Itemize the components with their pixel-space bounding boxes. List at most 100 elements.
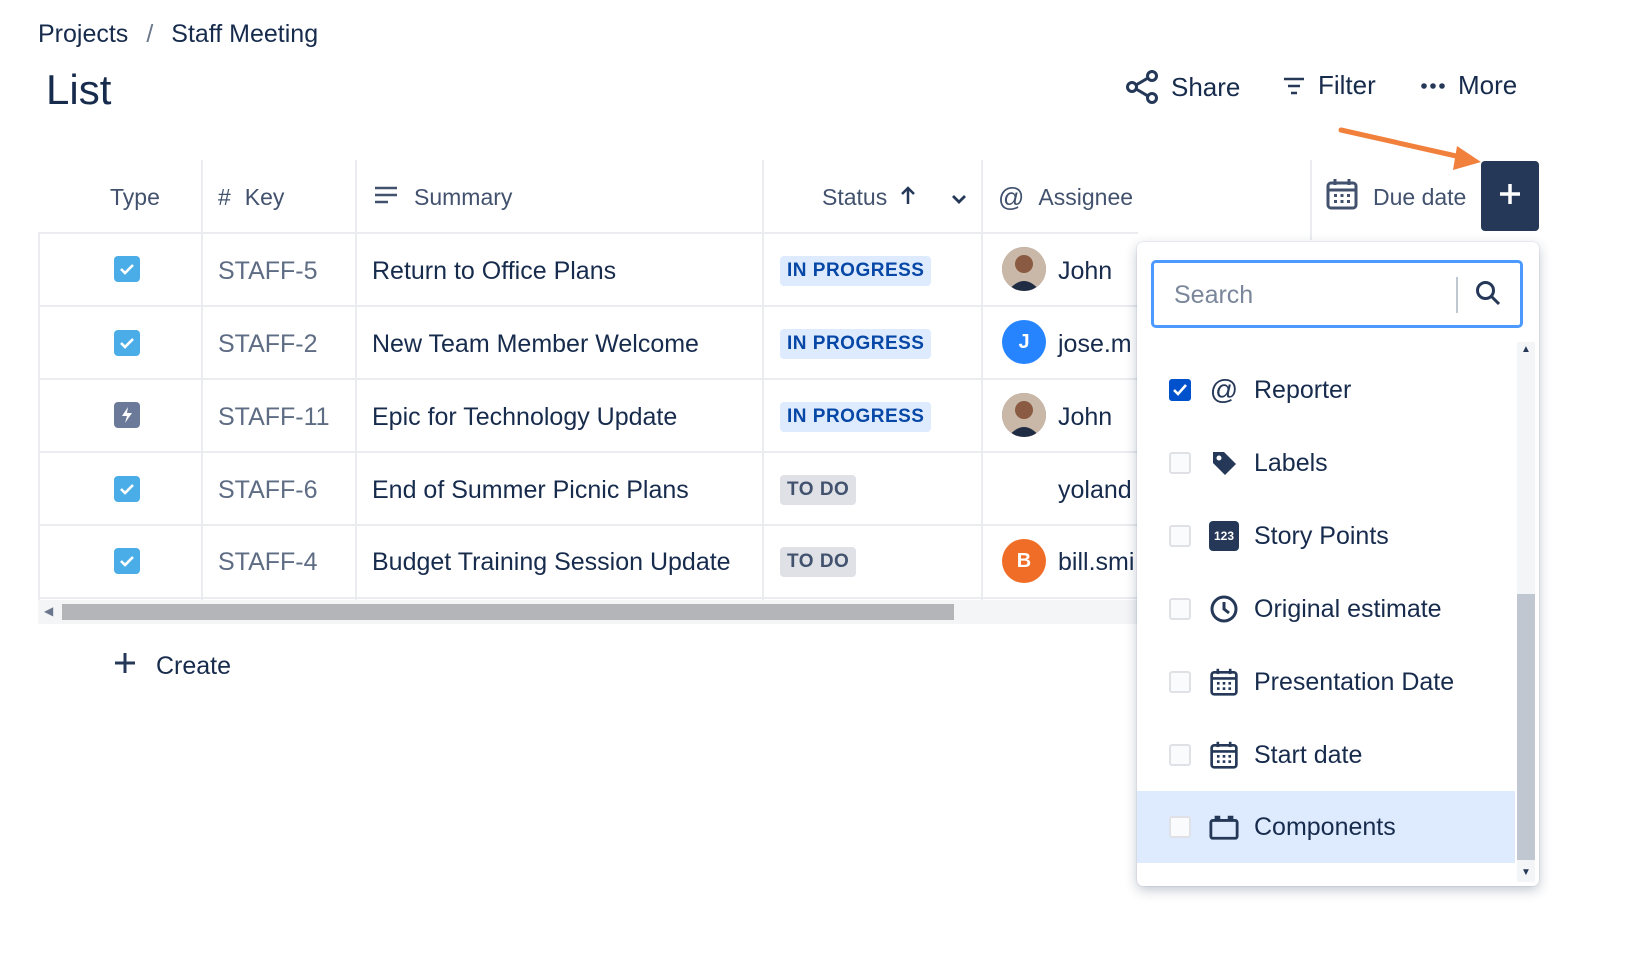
column-header-assignee-label: Assignee	[1038, 183, 1134, 210]
calendar-icon	[1209, 740, 1239, 770]
column-header-key[interactable]: # Key	[218, 160, 284, 234]
sort-ascending-arrow-icon	[899, 184, 917, 211]
issue-summary[interactable]: Budget Training Session Update	[372, 543, 731, 581]
assignee-name: John	[1058, 256, 1113, 285]
share-button[interactable]: Share	[1125, 70, 1240, 104]
dropdown-scrollbar-thumb[interactable]	[1517, 594, 1535, 860]
assignee-name: John	[1058, 402, 1113, 431]
create-issue-button[interactable]: Create	[112, 650, 231, 683]
avatar[interactable]	[1002, 393, 1046, 437]
column-header-status[interactable]: Status	[822, 160, 917, 234]
more-button[interactable]: More	[1420, 70, 1517, 101]
column-header-assignee[interactable]: @ Assignee	[998, 160, 1133, 234]
issue-key-link[interactable]: STAFF-5	[218, 252, 318, 290]
column-divider	[981, 160, 983, 600]
share-label: Share	[1171, 71, 1241, 102]
column-header-due-date-label: Due date	[1373, 183, 1467, 210]
column-option-labels[interactable]: Labels	[1137, 427, 1515, 499]
row-divider	[38, 524, 1138, 526]
checkbox-unchecked[interactable]	[1169, 452, 1191, 474]
status-lozenge[interactable]: IN PROGRESS	[780, 402, 932, 432]
checkbox-checked[interactable]	[1169, 379, 1191, 401]
tag-icon	[1209, 448, 1239, 478]
checkbox-unchecked[interactable]	[1169, 598, 1191, 620]
column-header-type[interactable]: Type	[110, 160, 160, 234]
column-header-status-label: Status	[822, 183, 888, 210]
status-lozenge[interactable]: TO DO	[780, 475, 857, 505]
breadcrumb-projects-link[interactable]: Projects	[38, 20, 128, 49]
row-divider	[38, 597, 1138, 599]
create-label: Create	[156, 652, 232, 680]
plus-icon	[1497, 181, 1523, 212]
column-header-type-label: Type	[110, 183, 160, 210]
column-option-story-points[interactable]: 123 Story Points	[1137, 500, 1515, 572]
column-search-input[interactable]	[1172, 263, 1456, 327]
column-header-summary[interactable]: Summary	[374, 160, 512, 234]
search-icon[interactable]	[1474, 279, 1502, 312]
scroll-up-arrow-icon[interactable]: ▲	[1521, 344, 1531, 355]
number-123-icon-text: 123	[1213, 529, 1235, 543]
column-header-summary-label: Summary	[414, 183, 513, 210]
column-option-start-date[interactable]: Start date	[1137, 719, 1515, 791]
column-option-components[interactable]: Components	[1137, 791, 1515, 863]
issue-key-link[interactable]: STAFF-6	[218, 471, 318, 509]
status-lozenge[interactable]: IN PROGRESS	[780, 256, 932, 286]
share-icon	[1125, 70, 1159, 104]
column-option-presentation-date[interactable]: Presentation Date	[1137, 646, 1515, 718]
epic-lightning-icon	[114, 402, 140, 428]
task-type-icon	[114, 548, 140, 574]
column-divider	[201, 160, 203, 600]
task-type-icon	[114, 330, 140, 356]
column-option-label: Components	[1254, 812, 1396, 841]
horizontal-scrollbar[interactable]: ◀	[38, 600, 1148, 624]
more-dots-icon	[1420, 81, 1446, 91]
assignee-name: jose.m	[1058, 329, 1132, 358]
add-column-button[interactable]	[1481, 161, 1539, 231]
column-option-label: Start date	[1254, 740, 1363, 769]
checkbox-unchecked[interactable]	[1169, 816, 1191, 838]
more-label: More	[1458, 70, 1518, 100]
status-lozenge[interactable]: TO DO	[780, 547, 857, 577]
issue-key-link[interactable]: STAFF-2	[218, 325, 318, 363]
hash-icon: #	[218, 183, 231, 210]
scroll-down-arrow-icon[interactable]: ▼	[1521, 867, 1531, 878]
avatar[interactable]: B	[1002, 539, 1046, 583]
component-icon	[1209, 812, 1239, 842]
task-type-icon	[114, 476, 140, 502]
issue-key-link[interactable]: STAFF-11	[218, 398, 330, 436]
breadcrumb-current-project-link[interactable]: Staff Meeting	[171, 20, 318, 49]
column-header-key-label: Key	[244, 183, 285, 210]
row-divider	[38, 305, 1138, 307]
issue-summary[interactable]: Epic for Technology Update	[372, 398, 677, 436]
column-divider	[1310, 160, 1312, 240]
column-divider	[355, 160, 357, 600]
status-lozenge[interactable]: IN PROGRESS	[780, 329, 932, 359]
dropdown-scrollbar[interactable]: ▲ ▼	[1517, 342, 1535, 882]
column-option-original-estimate[interactable]: Original estimate	[1137, 573, 1515, 645]
issue-summary[interactable]: End of Summer Picnic Plans	[372, 471, 689, 509]
checkbox-unchecked[interactable]	[1169, 671, 1191, 693]
number-123-icon: 123	[1209, 521, 1239, 551]
avatar[interactable]	[1002, 247, 1046, 291]
issue-summary[interactable]: Return to Office Plans	[372, 252, 616, 290]
column-option-label: Original estimate	[1254, 594, 1442, 623]
issue-key-link[interactable]: STAFF-4	[218, 543, 318, 581]
checkbox-unchecked[interactable]	[1169, 525, 1191, 547]
assignee-name: bill.smi	[1058, 547, 1135, 576]
filter-button[interactable]: Filter	[1282, 70, 1376, 101]
page-title: List	[46, 66, 112, 113]
calendar-icon	[1325, 177, 1359, 217]
summary-lines-icon	[374, 184, 398, 211]
scroll-left-arrow-icon[interactable]: ◀	[44, 604, 53, 618]
avatar[interactable]: J	[1002, 320, 1046, 364]
column-header-due-date[interactable]: Due date	[1325, 160, 1466, 234]
breadcrumb: Projects / Staff Meeting	[38, 20, 318, 49]
column-option-reporter[interactable]: @ Reporter	[1137, 354, 1515, 426]
scrollbar-thumb[interactable]	[62, 604, 954, 620]
at-icon: @	[1209, 374, 1239, 405]
checkbox-unchecked[interactable]	[1169, 744, 1191, 766]
status-column-menu-button[interactable]	[950, 160, 968, 234]
column-search-box	[1151, 260, 1523, 328]
search-divider	[1456, 277, 1458, 313]
issue-summary[interactable]: New Team Member Welcome	[372, 325, 699, 363]
